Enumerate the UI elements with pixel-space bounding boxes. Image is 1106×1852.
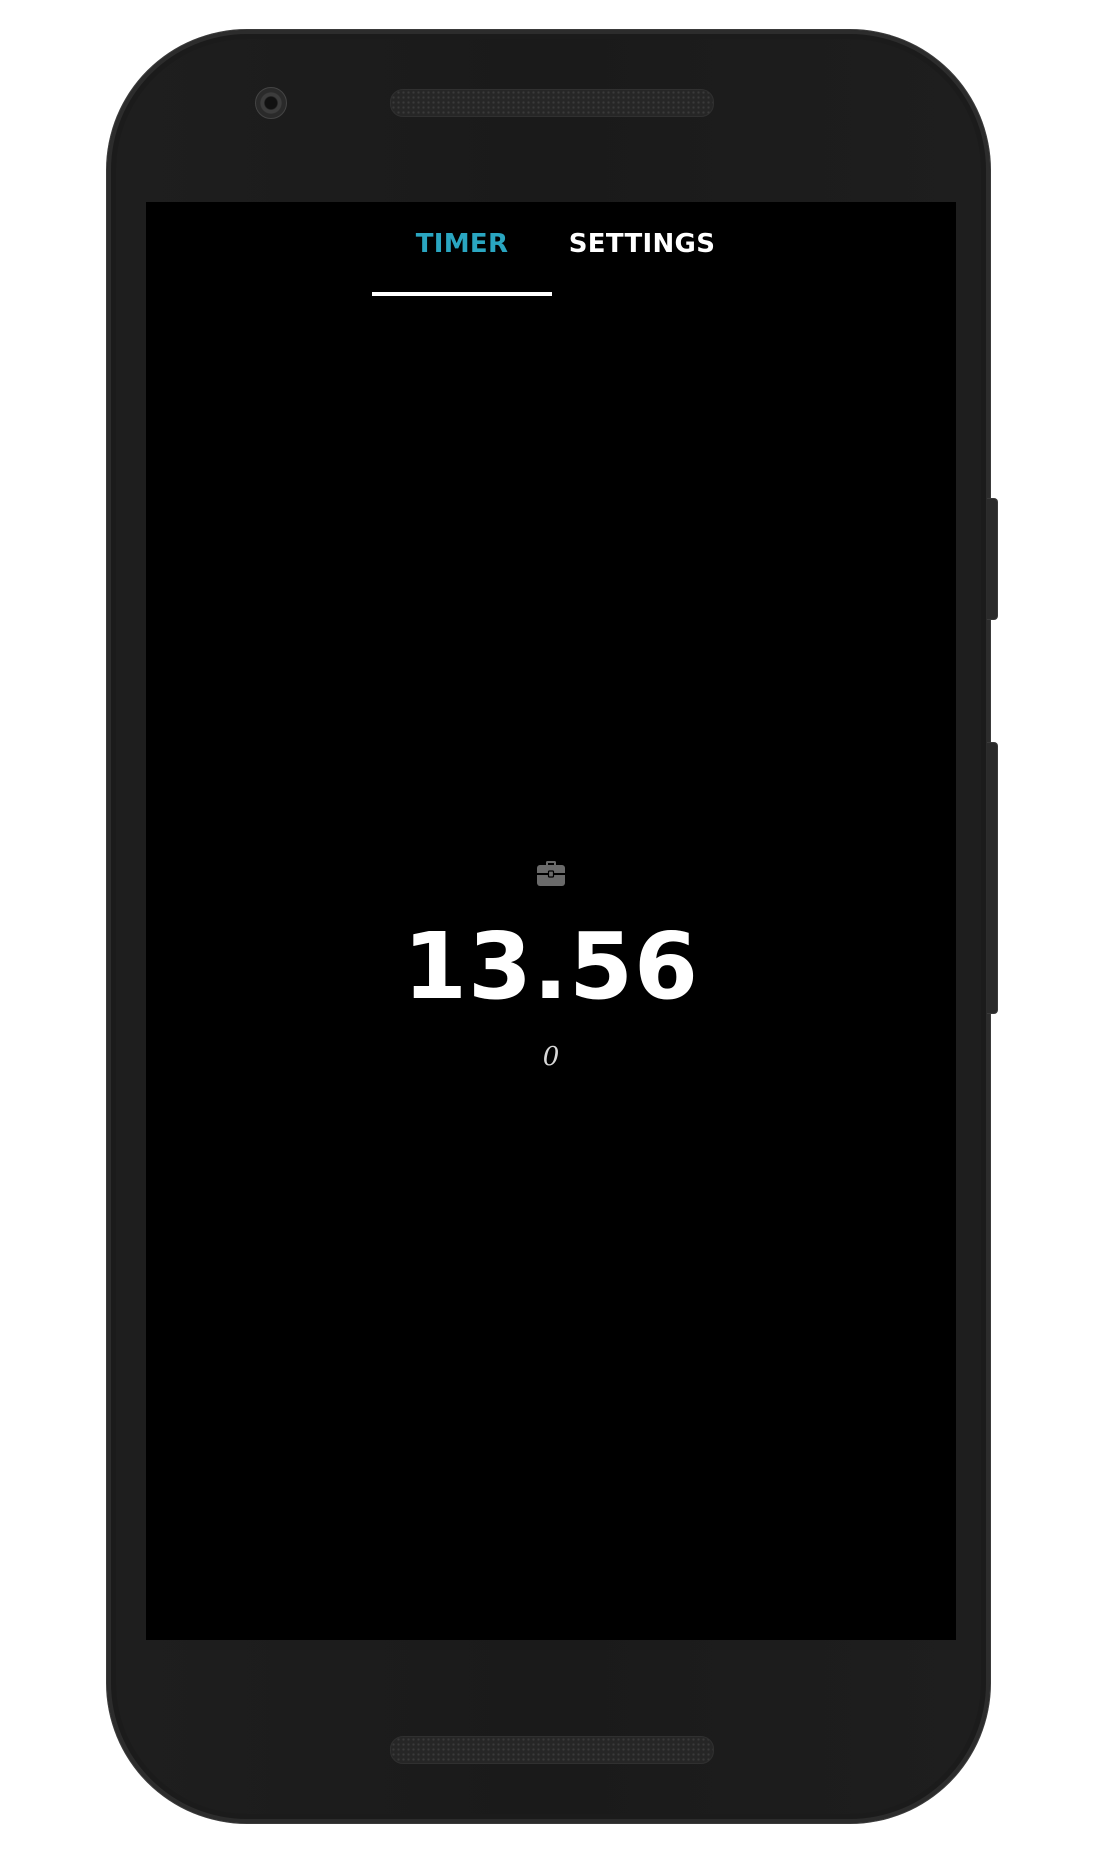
tab-timer[interactable]: TIMER <box>372 202 552 296</box>
timer-count: 0 <box>542 1042 560 1072</box>
bottom-speaker-grille <box>390 1736 714 1764</box>
tab-timer-label: TIMER <box>415 229 509 259</box>
app-screen: TIMER SETTINGS 13.56 0 <box>146 202 956 1640</box>
active-tab-indicator <box>372 292 552 296</box>
tab-bar: TIMER SETTINGS <box>146 202 956 296</box>
device-mockup: TIMER SETTINGS 13.56 0 <box>0 0 1106 1852</box>
timer-value: 13.56 <box>402 913 699 1020</box>
tab-settings-label: SETTINGS <box>568 229 716 259</box>
power-button <box>987 498 998 620</box>
volume-rocker <box>987 742 998 1014</box>
front-camera <box>255 87 287 119</box>
tab-settings[interactable]: SETTINGS <box>552 202 732 296</box>
top-speaker-grille <box>390 89 714 117</box>
briefcase-icon <box>537 861 565 886</box>
